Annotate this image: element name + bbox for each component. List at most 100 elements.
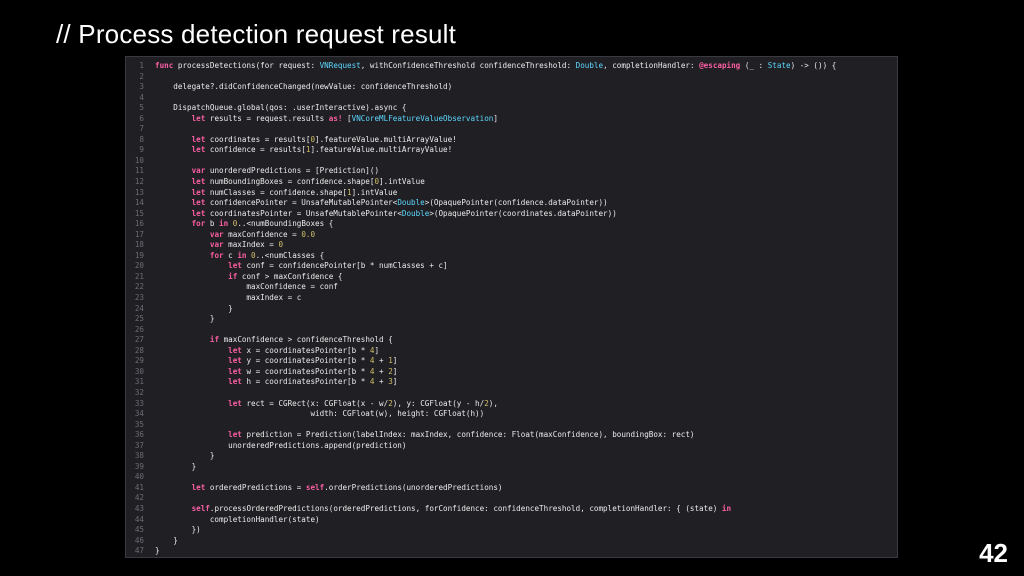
code-token: ].intValue bbox=[351, 187, 398, 197]
line-number: 40 bbox=[134, 472, 144, 482]
code-token: } bbox=[155, 461, 197, 471]
code-line: 18 var maxIndex = 0 bbox=[126, 240, 897, 251]
code-line: 41 let orderedPredictions = self.orderPr… bbox=[126, 483, 897, 494]
code-token: processDetections(for request: bbox=[173, 61, 320, 70]
code-line: 14 let confidencePointer = UnsafeMutable… bbox=[126, 198, 897, 209]
line-number: 32 bbox=[134, 387, 144, 397]
code-token: VNRequest bbox=[319, 61, 361, 70]
code-line: 17 var maxConfidence = 0.0 bbox=[126, 230, 897, 241]
code-line: 35 bbox=[126, 420, 897, 431]
code-token: let bbox=[191, 145, 206, 155]
code-line: 30 let w = coordinatesPointer[b * 4 + 2] bbox=[126, 367, 897, 378]
code-token: maxConfidence > confidenceThreshold { bbox=[219, 335, 393, 345]
line-number: 10 bbox=[134, 155, 144, 165]
line-number: 8 bbox=[139, 134, 144, 144]
code-token: >(OpaquePointer(coordinates.dataPointer)… bbox=[429, 208, 617, 218]
code-text: if conf > maxConfidence { bbox=[155, 272, 897, 283]
code-text: let confidence = results[1].featureValue… bbox=[155, 145, 897, 156]
code-token: ] bbox=[493, 113, 498, 123]
code-token: as! bbox=[328, 113, 343, 123]
code-token: let bbox=[228, 398, 242, 408]
line-number: 6 bbox=[139, 113, 144, 123]
line-number: 1 bbox=[139, 61, 144, 70]
code-token: let bbox=[191, 134, 206, 144]
code-token: let bbox=[228, 345, 242, 355]
line-number: 23 bbox=[134, 293, 144, 303]
code-line: 7 bbox=[126, 124, 897, 135]
line-number: 16 bbox=[134, 219, 144, 229]
code-token: let bbox=[228, 377, 242, 387]
code-line: 39 } bbox=[126, 462, 897, 473]
line-number: 17 bbox=[134, 229, 144, 239]
line-number: 11 bbox=[134, 166, 144, 176]
line-number: 37 bbox=[134, 440, 144, 450]
code-token: h = coordinatesPointer[b * bbox=[241, 377, 370, 387]
code-token: self bbox=[191, 503, 210, 513]
line-number: 27 bbox=[134, 335, 144, 345]
code-line: 29 let y = coordinatesPointer[b * 4 + 1] bbox=[126, 356, 897, 367]
line-number: 22 bbox=[134, 282, 144, 292]
code-text: delegate?.didConfidenceChanged(newValue:… bbox=[155, 82, 897, 93]
code-text: let confidencePointer = UnsafeMutablePoi… bbox=[155, 198, 897, 209]
code-token: ].featureValue.multiArrayValue! bbox=[310, 145, 453, 155]
code-token: .orderPredictions(unorderedPredictions) bbox=[324, 482, 503, 492]
code-token: orderedPredictions = bbox=[205, 482, 306, 492]
line-number: 34 bbox=[134, 409, 144, 419]
code-token: width: CGFloat(w), height: CGFloat(h)) bbox=[155, 409, 485, 419]
code-text: } bbox=[155, 451, 897, 462]
code-token: maxConfidence = conf bbox=[155, 282, 338, 292]
code-token: ] bbox=[374, 345, 380, 355]
code-line: 38 } bbox=[126, 451, 897, 462]
code-token: let bbox=[228, 356, 242, 366]
code-line: 13 let numClasses = confidence.shape[1].… bbox=[126, 188, 897, 199]
line-number: 44 bbox=[134, 514, 144, 524]
line-number: 3 bbox=[139, 82, 144, 92]
line-number: 21 bbox=[134, 271, 144, 281]
code-token: coordinatesPointer = UnsafeMutablePointe… bbox=[205, 208, 402, 218]
code-text: width: CGFloat(w), height: CGFloat(h)) bbox=[155, 409, 897, 420]
code-line: 12 let numBoundingBoxes = confidence.sha… bbox=[126, 177, 897, 188]
code-token: let bbox=[191, 482, 206, 492]
code-token: let bbox=[191, 187, 206, 197]
line-number: 35 bbox=[134, 419, 144, 429]
code-token: } bbox=[155, 535, 178, 545]
code-line: 21 if conf > maxConfidence { bbox=[126, 272, 897, 283]
line-number: 29 bbox=[134, 356, 144, 366]
code-line: 47} bbox=[126, 546, 897, 557]
code-token: 0.0 bbox=[301, 229, 316, 239]
code-text: var unorderedPredictions = [Prediction](… bbox=[155, 166, 897, 177]
code-token: self bbox=[305, 482, 325, 492]
code-token: }) bbox=[155, 525, 201, 535]
code-text: var maxIndex = 0 bbox=[155, 240, 897, 251]
code-token: let bbox=[191, 113, 206, 123]
code-token: if bbox=[228, 271, 238, 281]
code-token: DispatchQueue.global(qos: .userInteracti… bbox=[155, 103, 407, 113]
code-line: 10 bbox=[126, 156, 897, 167]
code-token: conf > maxConfidence { bbox=[237, 271, 343, 281]
code-text: unorderedPredictions.append(prediction) bbox=[155, 441, 897, 452]
code-line: 45 }) bbox=[126, 525, 897, 536]
code-token: var bbox=[209, 240, 224, 250]
code-line: 40 bbox=[126, 472, 897, 483]
code-token: let bbox=[191, 177, 206, 187]
code-line: 4 bbox=[126, 93, 897, 104]
code-token: y = coordinatesPointer[b * bbox=[241, 356, 370, 366]
line-number: 5 bbox=[139, 103, 144, 113]
code-line: 3 delegate?.didConfidenceChanged(newValu… bbox=[126, 82, 897, 93]
line-number: 39 bbox=[134, 461, 144, 471]
code-token: , completionHandler: bbox=[603, 61, 700, 70]
code-token: .processOrderedPredictions(orderedPredic… bbox=[209, 503, 722, 513]
line-number: 14 bbox=[134, 198, 144, 208]
